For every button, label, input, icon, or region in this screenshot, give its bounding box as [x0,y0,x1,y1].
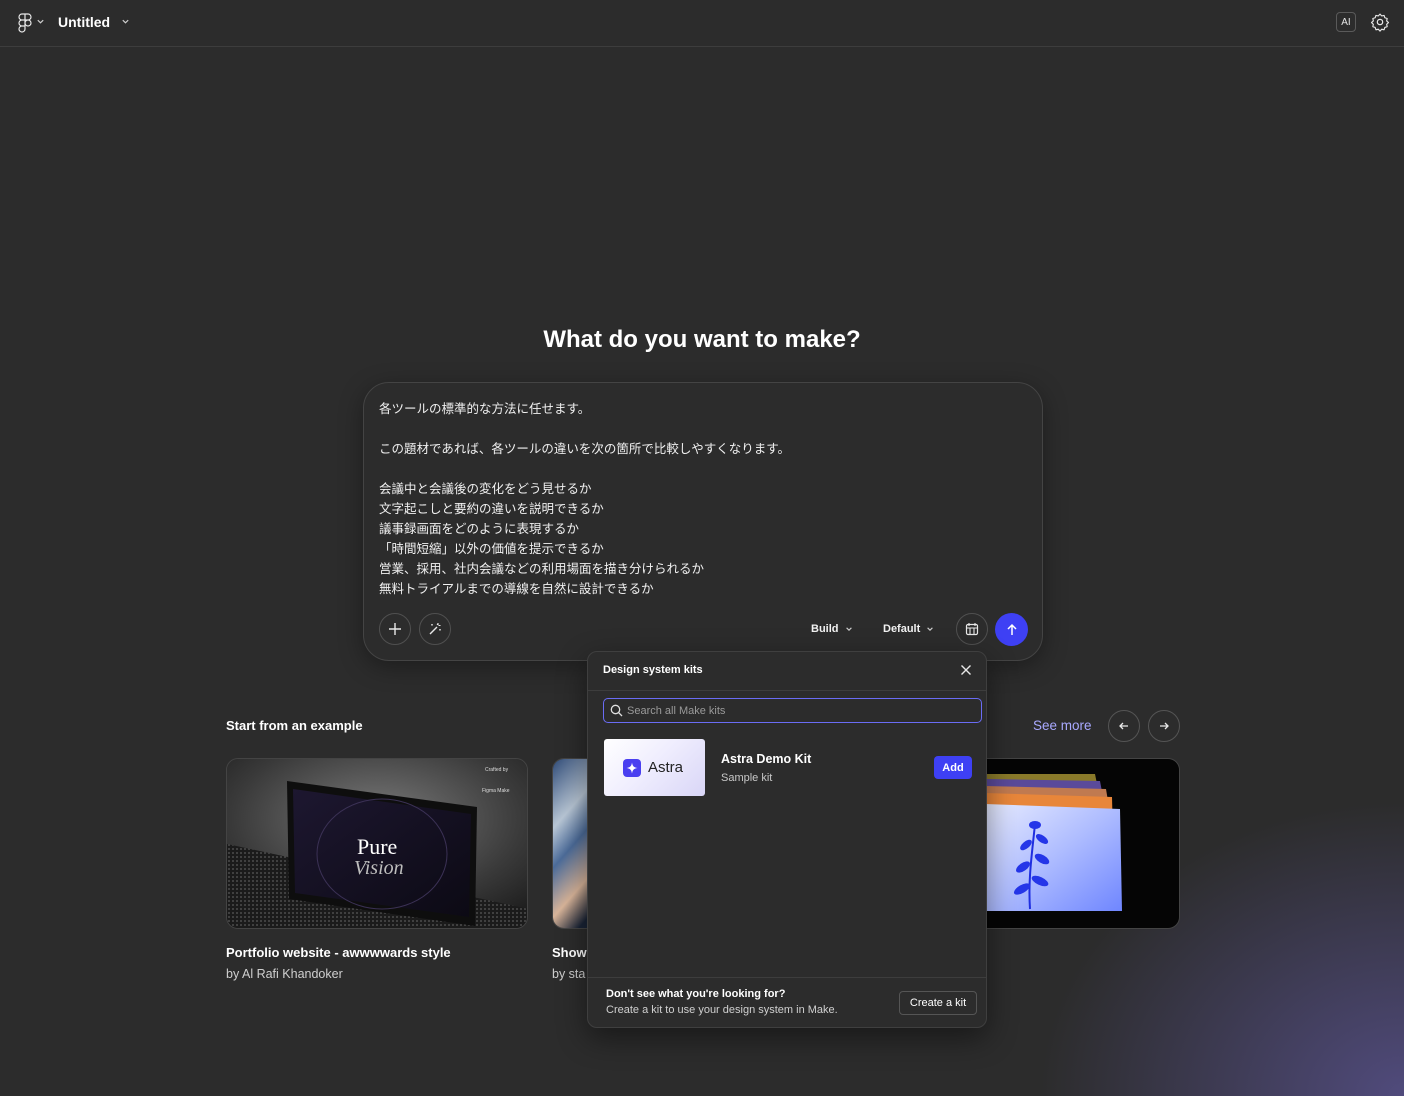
divider [588,690,986,691]
divider [588,977,986,978]
chevron-down-icon [845,627,852,631]
example-card-author: by Al Rafi Khandoker [226,967,343,981]
flower-cards-thumbnail-image [960,759,1179,928]
previous-button[interactable] [1108,710,1140,742]
arrow-left-icon [1119,722,1128,730]
example-card-thumbnail[interactable]: Pure Vision Crafted by Figma Make [226,758,528,929]
footer-description: Create a kit to use your design system i… [606,1004,838,1016]
chevron-down-icon [927,627,934,631]
astra-logo-icon [623,758,641,777]
next-button[interactable] [1148,710,1180,742]
plus-icon [389,623,401,635]
create-kit-button[interactable]: Create a kit [899,991,977,1015]
example-card-author: by sta [552,967,586,981]
calendar-kit-icon [965,623,979,636]
thumb-crafted-by: Crafted by [485,767,509,773]
design-system-kits-popover: Design system kits Astra Astra Demo Kit … [587,651,987,1028]
arrow-right-icon [1160,722,1169,730]
top-bar: Untitled AI [0,0,1404,47]
kit-thumbnail-label: Astra [648,759,684,776]
search-field[interactable] [603,698,982,723]
chevron-down-icon[interactable] [36,17,45,26]
examples-heading: Start from an example [226,718,363,733]
footer-question: Don't see what you're looking for? [606,988,786,1000]
send-button[interactable] [995,613,1028,646]
add-kit-button[interactable]: Add [934,756,972,779]
example-card-thumbnail[interactable] [960,758,1180,929]
search-icon [610,704,623,717]
mode-dropdown[interactable]: Build [811,623,853,635]
design-system-kit-button[interactable] [956,613,988,645]
style-dropdown[interactable]: Default [883,623,934,635]
attach-button[interactable] [379,613,411,645]
mode-dropdown-label: Build [811,623,839,635]
popover-title: Design system kits [603,664,703,676]
thumb-figma-make: Figma Make [482,788,510,794]
enhance-prompt-button[interactable] [419,613,451,645]
search-input[interactable] [627,702,967,719]
file-title[interactable]: Untitled [58,14,110,30]
kit-subtitle: Sample kit [721,772,773,784]
title-chevron-icon[interactable] [121,17,130,26]
figma-logo-icon[interactable] [18,13,32,33]
example-card-title[interactable]: Show [552,945,587,960]
prompt-input[interactable]: 各ツールの標準的な方法に任せます。 この題材であれば、各ツールの違いを次の箇所で… [379,399,1019,599]
see-more-link[interactable]: See more [1033,718,1092,733]
example-card-title[interactable]: Portfolio website - awwwwards style [226,945,451,960]
thumb-title-vision: Vision [354,857,404,879]
kit-name: Astra Demo Kit [721,752,812,766]
style-dropdown-label: Default [883,623,921,635]
close-icon[interactable] [960,664,972,676]
ai-button[interactable]: AI [1336,12,1356,32]
arrow-up-icon [1006,623,1017,635]
gear-icon[interactable] [1370,12,1390,32]
prompt-box: 各ツールの標準的な方法に任せます。 この題材であれば、各ツールの違いを次の箇所で… [363,382,1043,661]
kit-thumbnail[interactable]: Astra [604,739,705,796]
magic-wand-icon [429,623,441,635]
page-title: What do you want to make? [543,326,861,353]
